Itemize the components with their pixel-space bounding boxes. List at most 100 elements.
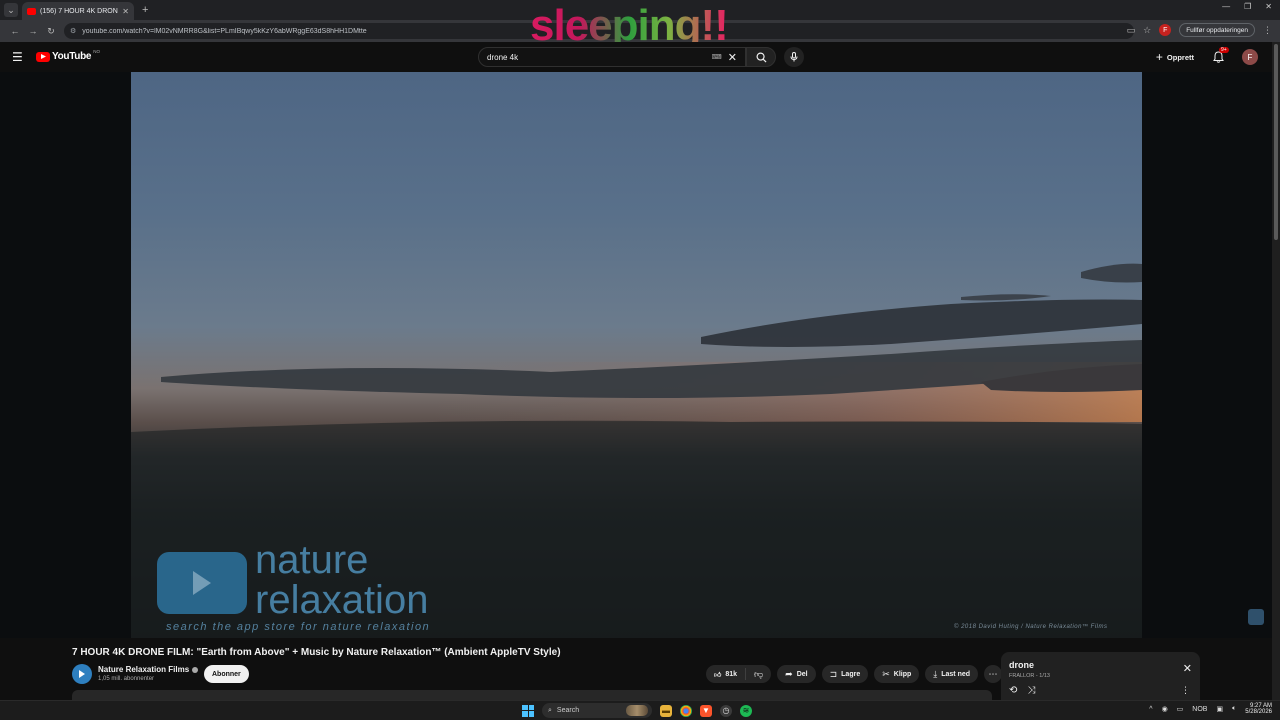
account-avatar[interactable]: F: [1242, 49, 1258, 65]
taskbar-search[interactable]: ⌕ Search: [542, 703, 652, 718]
windows-taskbar: ⌕ Search ▬ ▼ ◷ ≋ ^ ◉ ▭ NOB ▣ 🔈︎ 9:27 AM …: [0, 700, 1280, 720]
share-label: Del: [796, 670, 808, 678]
more-actions-icon[interactable]: ⋯: [984, 665, 1003, 683]
thumbs-up-icon: 👍︎: [714, 671, 722, 679]
scissors-icon: ✂: [882, 668, 890, 679]
create-button[interactable]: + Opprett: [1156, 50, 1194, 64]
like-count: 81k: [725, 670, 738, 678]
youtube-play-logo-icon: [36, 51, 50, 62]
playlist-menu-icon[interactable]: ⋮: [1181, 685, 1190, 696]
search-button[interactable]: [746, 47, 776, 67]
playlist-close-icon[interactable]: ✕: [1183, 662, 1192, 675]
volume-icon[interactable]: 🔈︎: [1232, 705, 1236, 713]
search-input[interactable]: [487, 52, 712, 62]
chrome-icon[interactable]: [680, 704, 692, 717]
microphone-icon: [790, 52, 798, 62]
reload-icon[interactable]: ↻: [42, 26, 60, 37]
nature-relaxation-logo: [157, 552, 247, 614]
menu-hamburger-icon[interactable]: ☰: [12, 50, 23, 64]
input-language[interactable]: NOB: [1192, 706, 1207, 713]
playlist-title[interactable]: drone: [1009, 660, 1192, 670]
subscriber-count: 1,05 mill. abonnenter: [98, 676, 155, 682]
update-button[interactable]: Fullfør oppdateringen: [1179, 23, 1255, 37]
video-copyright: © 2018 David Huting / Nature Relaxation™…: [954, 624, 1108, 630]
download-label: Last ned: [941, 670, 971, 678]
playlist-controls: ⟲ ⤨: [1009, 685, 1035, 696]
channel-name[interactable]: Nature Relaxation Films: [98, 665, 189, 674]
share-arrow-icon: ➦: [785, 668, 793, 679]
subscribe-button[interactable]: Abonner: [204, 665, 249, 683]
display-icon[interactable]: ▣: [1216, 705, 1223, 713]
tray-flag-icon[interactable]: ▭: [1177, 705, 1184, 713]
bookmark-star-icon[interactable]: ☆: [1143, 25, 1151, 36]
plus-icon: +: [1155, 50, 1163, 64]
scrollbar-thumb[interactable]: [1274, 44, 1278, 240]
close-window-icon[interactable]: ✕: [1265, 2, 1272, 11]
channel-avatar[interactable]: [72, 664, 92, 684]
like-button[interactable]: 👍︎ 81k: [706, 668, 747, 680]
clip-button[interactable]: ✂ Klipp: [874, 665, 920, 683]
voice-search-button[interactable]: [784, 47, 804, 67]
like-dislike-group: 👍︎ 81k 👎︎: [706, 665, 772, 683]
clear-search-icon[interactable]: ✕: [728, 51, 737, 64]
browser-profile-avatar[interactable]: F: [1159, 24, 1172, 36]
url-text: youtube.com/watch?v=lM02vNMRR8G&list=PLm…: [82, 27, 367, 35]
download-icon: ⤓: [933, 668, 938, 679]
watermark-line1: nature: [255, 538, 369, 582]
tray-app-icon[interactable]: ◉: [1162, 705, 1168, 713]
minimize-icon[interactable]: —: [1222, 2, 1230, 11]
new-tab-button[interactable]: +: [142, 4, 148, 16]
youtube-header: ☰ YouTube NO ⌨ ✕ + Opprett 9+ F: [0, 42, 1272, 72]
download-button[interactable]: ⤓ Last ned: [925, 665, 979, 683]
play-logo-icon: [193, 571, 211, 595]
tab-title: (156) 7 HOUR 4K DRONE FILM: "Earth: [40, 7, 118, 15]
channel-watermark-icon[interactable]: [1248, 609, 1264, 625]
save-button[interactable]: ⊐ Lagre: [821, 665, 869, 683]
playlist-panel: drone FRALLOR - 1/13 ✕ ⟲ ⤨ ⋮: [1001, 652, 1200, 700]
restore-icon[interactable]: ❐: [1244, 2, 1251, 11]
channel-name-row[interactable]: Nature Relaxation Films: [98, 665, 199, 674]
clock[interactable]: 9:27 AM 5/28/2026: [1245, 703, 1272, 716]
save-label: Lagre: [841, 670, 861, 678]
taskbar-search-icon: ⌕: [548, 706, 552, 714]
video-title: 7 HOUR 4K DRONE FILM: "Earth from Above"…: [72, 647, 561, 658]
file-explorer-icon[interactable]: ▬: [660, 704, 672, 717]
spotify-icon[interactable]: ≋: [740, 704, 752, 717]
tab-close-icon[interactable]: ✕: [122, 7, 129, 16]
search-icon: [756, 52, 767, 63]
bookmark-icon: ⊐: [829, 668, 838, 679]
create-label: Opprett: [1166, 52, 1194, 62]
browser-menu-icon[interactable]: ⋮: [1263, 25, 1272, 36]
forward-arrow-icon[interactable]: →: [24, 26, 42, 36]
watermark-tagline: search the app store for nature relaxati…: [166, 621, 431, 633]
back-arrow-icon[interactable]: ←: [6, 26, 24, 36]
toolbar-right: ▭ ☆ F Fullfør oppdateringen ⋮: [1127, 23, 1272, 37]
loop-icon[interactable]: ⟲: [1009, 685, 1017, 696]
region-code: NO: [93, 49, 100, 54]
video-player-area[interactable]: nature relaxation search the app store f…: [0, 72, 1272, 638]
shuffle-icon[interactable]: ⤨: [1027, 685, 1035, 696]
clip-label: Klipp: [893, 670, 912, 678]
search-box: ⌨ ✕: [478, 47, 746, 67]
notifications-button[interactable]: 9+: [1213, 47, 1229, 68]
youtube-logo[interactable]: YouTube NO: [36, 49, 100, 62]
brave-icon[interactable]: ▼: [700, 704, 712, 717]
cast-icon[interactable]: ▭: [1127, 25, 1136, 36]
browser-tab[interactable]: (156) 7 HOUR 4K DRONE FILM: "Earth ✕: [22, 2, 134, 20]
windows-start-icon[interactable]: [522, 704, 534, 717]
description-box[interactable]: [72, 690, 992, 700]
dislike-button[interactable]: 👎︎: [746, 669, 771, 680]
system-tray: ^ ◉ ▭ NOB ▣ 🔈︎ 9:27 AM 5/28/2026: [1149, 703, 1272, 716]
page-scrollbar[interactable]: [1272, 42, 1280, 700]
watermark-line2: relaxation: [255, 578, 429, 622]
video-frame[interactable]: nature relaxation search the app store f…: [131, 72, 1142, 638]
clock-app-icon[interactable]: ◷: [720, 704, 732, 717]
tray-overflow-icon[interactable]: ^: [1149, 706, 1152, 713]
site-info-icon[interactable]: ⚙: [70, 27, 76, 35]
share-button[interactable]: ➦ Del: [777, 665, 816, 683]
window-controls: — ❐ ✕: [1222, 2, 1272, 11]
keyboard-icon[interactable]: ⌨: [712, 53, 722, 61]
youtube-favicon-icon: [27, 7, 36, 15]
taskbar-search-label: Search: [556, 707, 580, 714]
tab-search-button[interactable]: ⌄: [4, 3, 18, 17]
